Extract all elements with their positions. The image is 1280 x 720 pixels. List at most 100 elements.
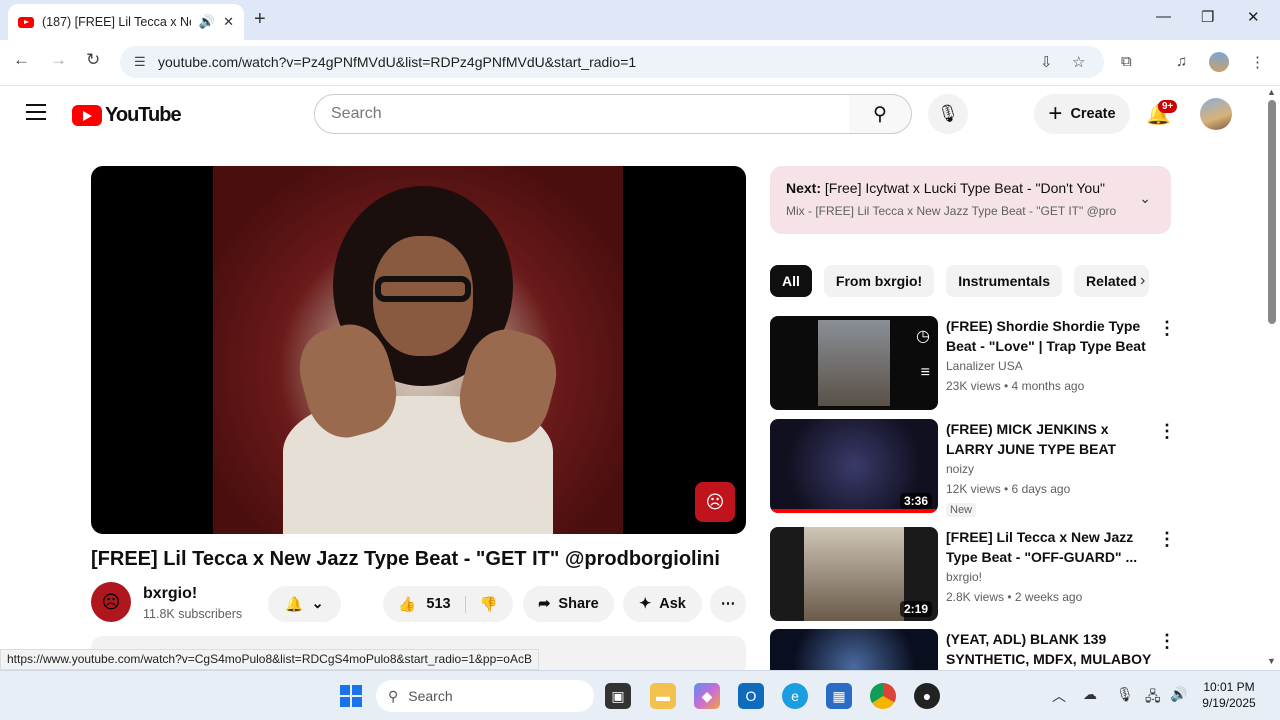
task-view-icon[interactable]: ▣ (605, 683, 631, 709)
list-item[interactable]: (YEAT, ADL) BLANK 139 SYNTHETIC, MDFX, M… (770, 629, 1180, 670)
plus-icon: + (1048, 100, 1063, 127)
site-info-icon[interactable]: ☰ (134, 54, 148, 70)
user-avatar[interactable] (1200, 98, 1232, 130)
tab-close-icon[interactable]: ✕ (223, 14, 234, 30)
more-vertical-icon[interactable]: ⋮ (1158, 421, 1176, 442)
up-next-subtitle: Mix - [FREE] Lil Tecca x New Jazz Type B… (786, 204, 1116, 218)
chip-related[interactable]: Related (1074, 265, 1149, 297)
system-clock[interactable]: 10:01 PM 9/19/2025 (1196, 679, 1262, 711)
video-frame (213, 166, 623, 534)
more-actions-button[interactable]: ⋯ (710, 586, 746, 622)
chevron-down-icon[interactable]: ⌄ (1139, 190, 1151, 207)
notification-count-badge: 9+ (1158, 100, 1178, 113)
search-button[interactable]: ⚲ (849, 94, 912, 134)
chip-from-channel[interactable]: From bxrgio! (823, 265, 935, 297)
voice-search-button[interactable]: 🎙 (928, 94, 968, 134)
like-dislike-group: 👍 513 👎 (383, 586, 513, 622)
chrome-icon[interactable] (870, 683, 896, 709)
video-player[interactable]: ☹ (91, 166, 746, 534)
list-item[interactable]: 3:36 (FREE) MICK JENKINS x LARRY JUNE TY… (770, 419, 1180, 517)
more-vertical-icon[interactable]: ⋮ (1158, 529, 1176, 550)
recommendation-title[interactable]: (YEAT, ADL) BLANK 139 SYNTHETIC, MDFX, M… (946, 629, 1158, 669)
thumbs-up-icon: 👍 (398, 596, 417, 613)
speaker-icon[interactable]: 🔊 (199, 14, 215, 30)
volume-icon[interactable]: 🔊 (1170, 686, 1187, 703)
more-vertical-icon[interactable]: ⋮ (1158, 631, 1176, 652)
profile-avatar[interactable] (1209, 52, 1229, 72)
hamburger-menu-icon[interactable] (26, 104, 46, 120)
recommendation-title[interactable]: [FREE] Lil Tecca x New Jazz Type Beat - … (946, 527, 1158, 567)
like-button[interactable]: 👍 513 (398, 595, 466, 613)
thumbnail-art (818, 320, 890, 406)
add-to-queue-icon[interactable]: ≡ (921, 364, 930, 382)
restore-icon[interactable]: ❐ (1201, 8, 1214, 26)
install-app-icon[interactable]: ⇩ (1040, 53, 1053, 71)
network-icon[interactable]: 🖧 (1145, 686, 1161, 710)
chevron-right-icon[interactable]: › (1140, 272, 1145, 290)
watch-later-clock-icon[interactable]: ◷ (916, 326, 930, 346)
microphone-icon[interactable]: 🎙 (1116, 686, 1134, 703)
channel-watermark-icon[interactable]: ☹ (695, 482, 735, 522)
chip-all[interactable]: All (770, 265, 812, 297)
video-thumbnail[interactable]: 3:36 (770, 419, 938, 513)
channel-name[interactable]: bxrgio! (143, 585, 197, 603)
dislike-button[interactable]: 👎 (474, 596, 498, 613)
subscribe-notify-button[interactable]: 🔔 ⌄ (268, 586, 341, 622)
browser-tab[interactable]: (187) [FREE] Lil Tecca x New 🔊 ✕ (8, 4, 244, 40)
browser-toolbar: ← → ↻ ☰ youtube.com/watch?v=Pz4gPNfMVdU&… (0, 40, 1280, 86)
tab-search-icon[interactable]: ⧉ (1121, 53, 1132, 70)
scroll-up-icon[interactable]: ▲ (1267, 87, 1276, 97)
forward-arrow-icon[interactable]: → (50, 50, 67, 70)
recommendation-channel[interactable]: bxrgio! (946, 570, 982, 584)
outlook-icon[interactable]: O (738, 683, 764, 709)
recommendation-channel[interactable]: noizy (946, 462, 974, 476)
search-icon: ⚲ (388, 687, 399, 704)
onedrive-cloud-icon[interactable]: ☁ (1083, 686, 1097, 703)
minimize-icon[interactable]: — (1156, 8, 1171, 25)
browser-menu-icon[interactable]: ⋮ (1250, 53, 1265, 71)
search-icon: ⚲ (873, 103, 887, 125)
video-title: [FREE] Lil Tecca x New Jazz Type Beat - … (91, 548, 720, 570)
ask-button[interactable]: ✦ Ask (623, 586, 702, 622)
channel-avatar[interactable]: ☹ (91, 582, 131, 622)
create-button[interactable]: + Create (1034, 94, 1130, 134)
recommendation-channel[interactable]: Lanalizer USA (946, 359, 1023, 373)
taskbar-search[interactable]: ⚲ Search (376, 680, 594, 712)
watch-progress-bar (770, 509, 938, 513)
scroll-down-icon[interactable]: ▼ (1267, 656, 1276, 666)
recommendation-title[interactable]: (FREE) Shordie Shordie Type Beat - "Love… (946, 316, 1158, 356)
more-vertical-icon[interactable]: ⋮ (1158, 318, 1176, 339)
video-thumbnail[interactable]: ◷ ≡ (770, 316, 938, 410)
copilot-icon[interactable]: ◆ (694, 683, 720, 709)
chip-instrumentals[interactable]: Instrumentals (946, 265, 1063, 297)
up-next-card[interactable]: Next: [Free] Icytwat x Lucki Type Beat -… (770, 166, 1171, 234)
share-button[interactable]: ➦ Share (523, 586, 614, 622)
windows-start-icon[interactable] (338, 683, 364, 709)
back-arrow-icon[interactable]: ← (13, 50, 30, 70)
window-close-icon[interactable]: ✕ (1247, 8, 1260, 26)
scrollbar-thumb[interactable] (1268, 100, 1276, 324)
media-control-icon[interactable]: ♫ (1176, 53, 1187, 70)
edge-icon[interactable]: e (782, 683, 808, 709)
create-label: Create (1070, 106, 1116, 122)
youtube-logo[interactable]: YouTube (72, 104, 182, 127)
file-explorer-icon[interactable]: ▬ (650, 683, 676, 709)
video-thumbnail[interactable] (770, 629, 938, 670)
show-hidden-icons-chevron-icon[interactable]: ︿ (1052, 686, 1066, 706)
store-icon[interactable]: ▦ (826, 683, 852, 709)
reload-icon[interactable]: ↻ (86, 50, 100, 70)
bookmark-star-icon[interactable]: ☆ (1072, 53, 1085, 71)
address-bar[interactable]: ☰ youtube.com/watch?v=Pz4gPNfMVdU&list=R… (120, 46, 1104, 78)
page-scrollbar[interactable]: ▲ ▼ (1264, 86, 1280, 670)
thumbnail-art (804, 527, 904, 621)
search-input[interactable]: Search (314, 94, 850, 134)
obs-icon[interactable]: ● (914, 683, 940, 709)
list-item[interactable]: ◷ ≡ (FREE) Shordie Shordie Type Beat - "… (770, 316, 1180, 412)
recommendation-meta: 12K views • 6 days ago (946, 482, 1071, 496)
url-text: youtube.com/watch?v=Pz4gPNfMVdU&list=RDP… (158, 54, 637, 70)
list-item[interactable]: 2:19 [FREE] Lil Tecca x New Jazz Type Be… (770, 527, 1180, 623)
new-tab-button[interactable]: + (254, 8, 266, 31)
video-thumbnail[interactable]: 2:19 (770, 527, 938, 621)
recommendation-title[interactable]: (FREE) MICK JENKINS x LARRY JUNE TYPE BE… (946, 419, 1158, 459)
ask-label: Ask (659, 596, 686, 612)
